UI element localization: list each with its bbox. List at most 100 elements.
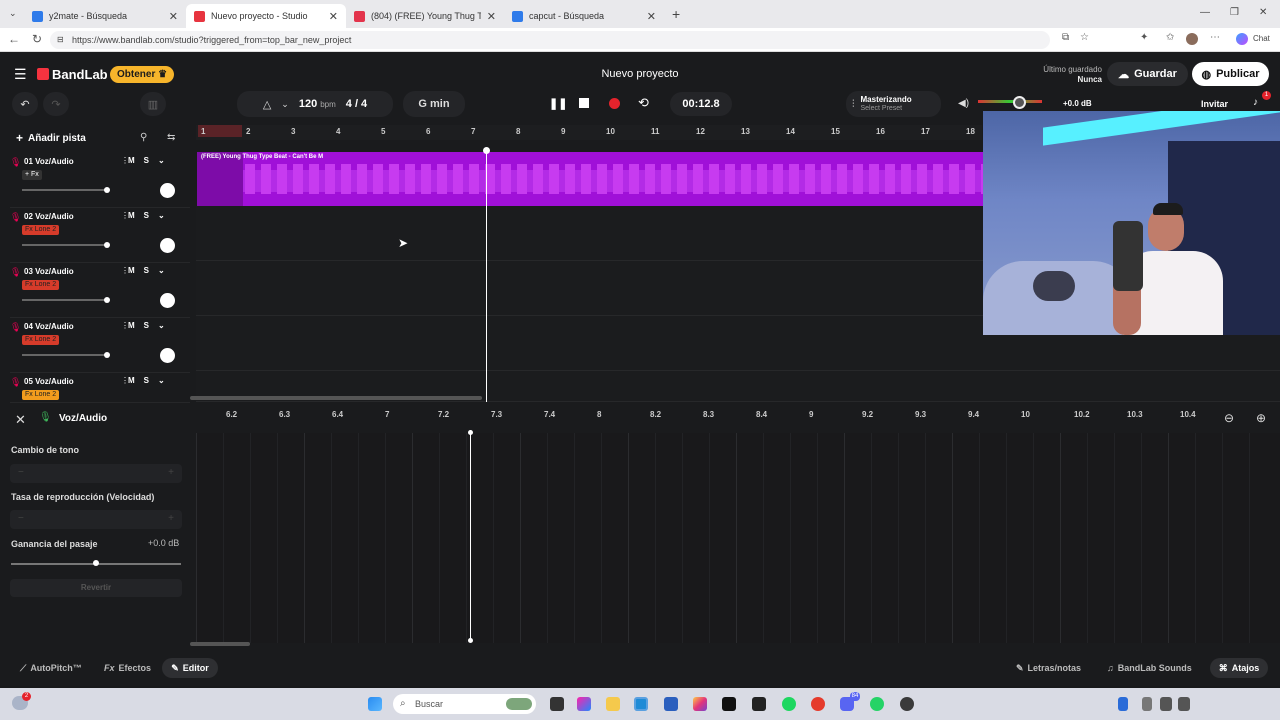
track-volume-slider[interactable] [22, 297, 110, 303]
pan-knob[interactable] [160, 238, 175, 253]
spotify-icon[interactable] [782, 697, 796, 711]
file-explorer-icon[interactable] [606, 697, 620, 711]
tiktok-icon[interactable] [722, 697, 736, 711]
playhead[interactable] [486, 150, 487, 402]
track-settings-icon[interactable]: ⇆ [167, 132, 175, 143]
autopitch-button[interactable]: ⟋ AutoPitch™ [20, 660, 82, 676]
track-volume-thumb[interactable] [104, 297, 110, 303]
taskbar-search[interactable]: ⌕ Buscar [393, 694, 536, 714]
task-view-icon[interactable] [550, 697, 564, 711]
speaker-icon[interactable]: ◀) [958, 98, 969, 109]
chat-label[interactable]: Chat [1253, 34, 1270, 43]
time-signature[interactable]: 4 / 4 [346, 98, 367, 110]
epic-games-icon[interactable] [752, 697, 766, 711]
plus-icon[interactable]: + [168, 513, 174, 524]
store-icon[interactable] [664, 697, 678, 711]
favorite-star-icon[interactable]: ☆ [1080, 32, 1089, 43]
project-title[interactable]: Nuevo proyecto [560, 68, 720, 80]
site-info-icon[interactable]: ⊟ [57, 31, 64, 49]
window-close-icon[interactable]: ✕ [1259, 7, 1267, 18]
plus-icon[interactable]: + [168, 467, 174, 478]
mute-button[interactable]: M [128, 376, 135, 385]
track-volume-slider[interactable] [22, 242, 110, 248]
clip-gain-thumb[interactable] [93, 560, 99, 566]
windows-start-icon[interactable] [368, 697, 382, 711]
fx-preset-badge[interactable]: Fx Lone 2 [22, 390, 60, 400]
editor-playhead-handle[interactable] [468, 638, 473, 643]
tab-y2mate[interactable]: y2mate - Búsqueda ✕ [24, 4, 186, 28]
solo-button[interactable]: S [144, 376, 149, 385]
track-volume-thumb[interactable] [104, 352, 110, 358]
guardar-button[interactable]: ☁ Guardar [1107, 62, 1188, 86]
pause-icon[interactable]: ❚❚ [549, 97, 567, 110]
minus-icon[interactable]: − [18, 513, 24, 524]
new-tab-icon[interactable]: + [672, 6, 680, 22]
lyrics-notes-button[interactable]: ✎ Letras/notas [1016, 660, 1081, 676]
track-row[interactable]: 🎙 02 Voz/Audio ⋮ M S ⌄ Fx Lone 2 [10, 208, 190, 263]
whatsapp-icon[interactable] [870, 697, 884, 711]
tab-capcut[interactable]: capcut - Búsqueda ✕ [504, 4, 664, 28]
solo-button[interactable]: S [144, 266, 149, 275]
edge-icon[interactable] [634, 697, 648, 711]
pan-knob[interactable] [160, 183, 175, 198]
tray-app-icon[interactable] [1118, 697, 1128, 711]
mute-button[interactable]: M [128, 211, 135, 220]
track-volume-thumb[interactable] [104, 242, 110, 248]
wifi-icon[interactable] [1160, 697, 1172, 711]
record-icon[interactable] [609, 98, 620, 109]
track-row[interactable]: 🎙 05 Voz/Audio ⋮ M S ⌄ Fx Lone 2 [10, 373, 190, 403]
track-row[interactable]: 🎙 01 Voz/Audio ⋮ M S ⌄ + Fx [10, 153, 190, 208]
efectos-button[interactable]: Fx Efectos [104, 660, 151, 676]
solo-button[interactable]: S [144, 321, 149, 330]
fx-preset-badge[interactable]: Fx Lone 2 [22, 225, 60, 235]
favorites-icon[interactable]: ✩ [1166, 32, 1174, 43]
minus-icon[interactable]: − [18, 467, 24, 478]
pitch-shift-stepper[interactable]: − + [10, 464, 182, 483]
maximize-icon[interactable]: ❐ [1230, 7, 1239, 18]
close-tab-icon[interactable]: ✕ [329, 10, 338, 23]
close-tab-icon[interactable]: ✕ [169, 10, 178, 23]
bpm-value[interactable]: 120 [299, 98, 317, 110]
key-selector[interactable]: G min [403, 91, 465, 117]
editor-button[interactable]: ✎ Editor [162, 658, 218, 678]
playback-rate-stepper[interactable]: − + [10, 510, 182, 529]
track-volume-thumb[interactable] [104, 187, 110, 193]
undo-button[interactable]: ↶ [12, 92, 38, 116]
track-name[interactable]: 01 Voz/Audio [24, 157, 74, 166]
chevron-down-icon[interactable]: ⌄ [158, 211, 165, 220]
track-volume-slider[interactable] [22, 187, 110, 193]
metronome-chevron-icon[interactable]: ⌄ [281, 99, 289, 110]
more-menu-icon[interactable]: ⋯ [1210, 32, 1220, 43]
fx-preset-badge[interactable]: Fx Lone 2 [22, 335, 60, 345]
app-icon[interactable] [811, 697, 825, 711]
profile-avatar[interactable] [1186, 33, 1198, 45]
bell-icon[interactable]: ♪ [1253, 97, 1258, 108]
chevron-down-icon[interactable]: ⌄ [158, 321, 165, 330]
mute-button[interactable]: M [128, 156, 135, 165]
tab-youtube[interactable]: (804) (FREE) Young Thug Type Beat ✕ [346, 4, 504, 28]
loop-icon[interactable]: ⟲ [638, 95, 649, 111]
pan-knob[interactable] [160, 348, 175, 363]
master-volume-thumb[interactable] [1013, 96, 1026, 109]
zoom-in-icon[interactable]: ⊕ [1256, 411, 1266, 425]
playhead-handle[interactable] [483, 147, 490, 154]
copilot-taskbar-icon[interactable] [577, 697, 591, 711]
add-track-button[interactable]: + Añadir pista [10, 129, 92, 147]
solo-button[interactable]: S [144, 156, 149, 165]
chevron-down-icon[interactable]: ⌄ [158, 156, 165, 165]
menu-icon[interactable]: ☰ [14, 66, 27, 83]
track-row[interactable]: 🎙 04 Voz/Audio ⋮ M S ⌄ Fx Lone 2 [10, 318, 190, 373]
tempo-controls[interactable]: △ ⌄ 120 bpm 4 / 4 [237, 91, 393, 117]
fx-preset-badge[interactable]: Fx Lone 2 [22, 280, 60, 290]
tray-icon[interactable] [1142, 697, 1152, 711]
page-action-icon[interactable]: ⧉ [1062, 32, 1069, 43]
volume-icon[interactable] [1178, 697, 1190, 711]
tab-list-chevron-icon[interactable]: ⌄ [9, 8, 17, 19]
revert-button[interactable]: Revertir [10, 579, 182, 597]
grid-button[interactable]: ▥ [140, 92, 166, 116]
invitar-button[interactable]: Invitar [1201, 99, 1228, 109]
close-editor-icon[interactable]: ✕ [15, 412, 26, 428]
chevron-down-icon[interactable]: ⌄ [158, 376, 165, 385]
track-name[interactable]: 02 Voz/Audio [24, 212, 74, 221]
timeline-ruler[interactable] [196, 125, 982, 140]
